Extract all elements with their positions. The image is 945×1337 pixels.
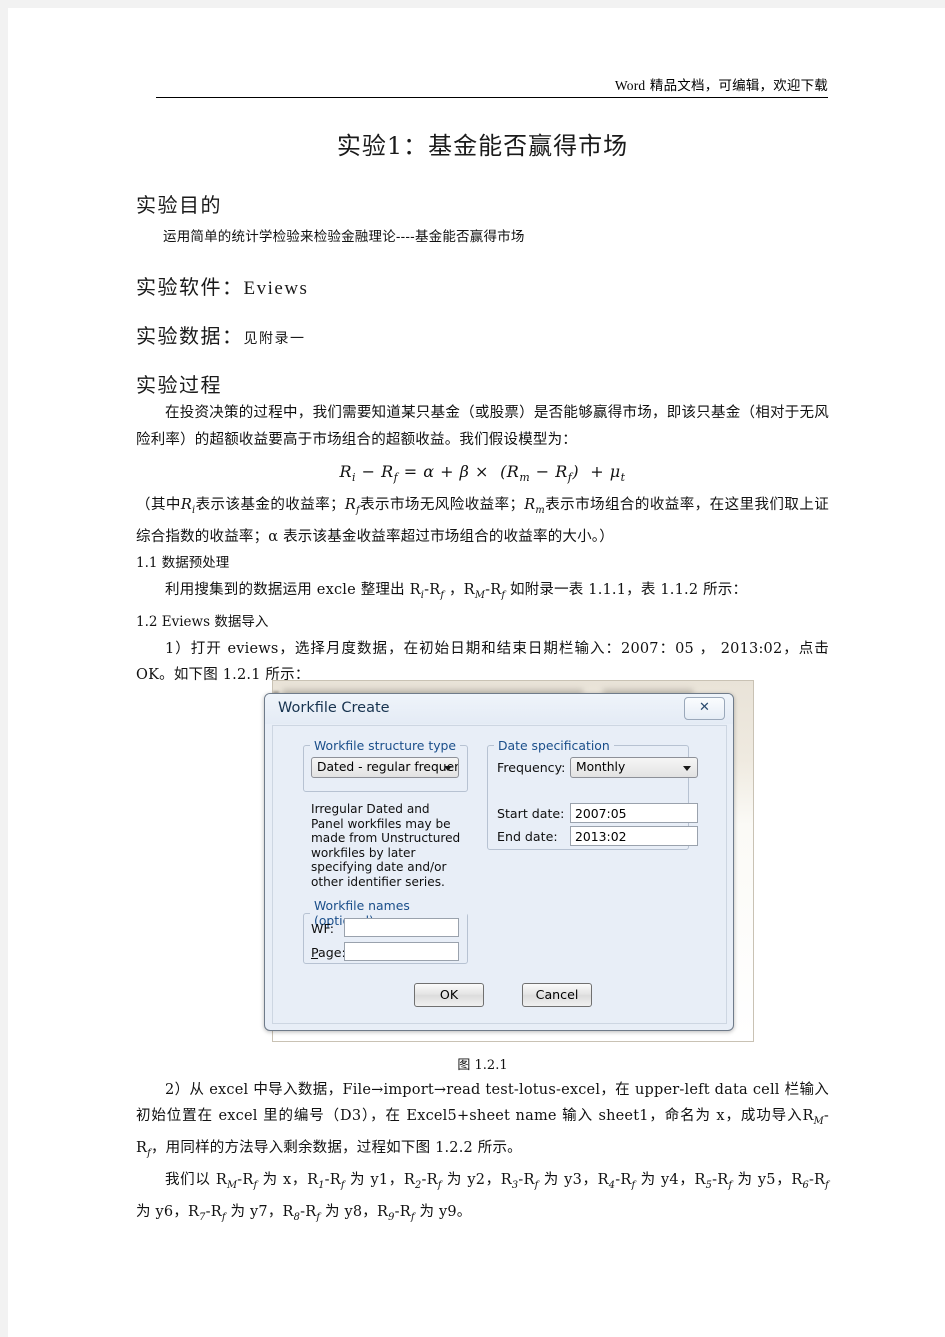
formula-expression: Ri − Rf = α + β × (Rm − Rf) + μt [339, 462, 626, 485]
variable-mapping-list: RM-Rf 为 x，R1-Rf 为 y1，R2-Rf 为 y2，R3-Rf 为 … [136, 1171, 830, 1223]
workfile-structure-type-value: Dated - regular frequency [317, 760, 458, 774]
frequency-label: Frequency: [497, 760, 566, 775]
workfile-create-dialog: Workfile Create ✕ Workfile structure typ… [264, 693, 734, 1031]
step-2-paragraph: 2）从 excel 中导入数据，File→import→read test-lo… [136, 1082, 829, 1159]
structure-help-text: Irregular Dated and Panel workfiles may … [311, 802, 461, 889]
header-text: 精品文档，可编辑，欢迎下载 [649, 78, 828, 94]
group-datespec-legend: Date specification [498, 738, 610, 753]
process-paragraph-1: 在投资决策的过程中，我们需要知道某只基金（或股票）是否能够赢得市场，即该只基金（… [136, 405, 829, 448]
ok-button[interactable]: OK [414, 983, 484, 1007]
page-title: 实验1：基金能否赢得市场 [336, 132, 629, 160]
workfile-structure-type-dropdown[interactable]: Dated - regular frequency [311, 757, 459, 778]
end-date-input[interactable]: 2013:02 [570, 826, 698, 846]
frequency-value: Monthly [576, 760, 626, 774]
model-formula: Ri − Rf = α + β × (Rm − Rf) + μt [136, 462, 829, 484]
formula-note-part3: 表示市场无风险收益率； [359, 497, 525, 514]
step-3-paragraph: 我们以 RM-Rf 为 x，R1-Rf 为 y1，R2-Rf 为 y2，R3-R… [136, 1167, 829, 1231]
header-word-label: Word [614, 78, 646, 93]
page-header: Word 精品文档，可编辑，欢迎下载 [156, 74, 828, 98]
wf-input[interactable] [344, 918, 459, 937]
software-value: Eviews [243, 278, 309, 299]
section-1-1-body: 利用搜集到的数据运用 excle 整理出 Ri-Rf ，RM-Rf 如附录一表 … [165, 582, 748, 601]
heading-software-label: 实验软件： [136, 275, 244, 299]
dialog-titlebar[interactable]: Workfile Create ✕ [265, 694, 733, 724]
heading-process: 实验过程 [136, 373, 222, 397]
heading-software: 实验软件：Eviews [136, 271, 829, 300]
heading-data-label: 实验数据： [136, 324, 244, 348]
dialog-title: Workfile Create [278, 700, 390, 716]
chevron-down-icon [444, 765, 452, 771]
step-2-text-a: 2）从 excel 中导入数据，File→import→read test-lo… [136, 1082, 829, 1124]
start-date-input[interactable]: 2007:05 [570, 803, 698, 823]
section-1-2-heading: 1.2 Eviews 数据导入 [136, 613, 269, 630]
end-date-label: End date: [497, 829, 558, 844]
cancel-button[interactable]: Cancel [522, 983, 592, 1007]
formula-note-part1: （其中 [136, 497, 181, 514]
group-structure-legend: Workfile structure type [314, 738, 457, 753]
document-content: 实验1：基金能否赢得市场 实验目的 运用简单的统计学检验来检验金融理论----基… [136, 126, 829, 688]
chevron-down-icon [683, 765, 691, 771]
document-content-lower: 图 1.2.1 2）从 excel 中导入数据，File→import→read… [136, 1048, 829, 1231]
step-2-text-b: ，用同样的方法导入剩余数据，过程如下图 1.2.2 所示。 [150, 1139, 522, 1156]
close-icon[interactable]: ✕ [684, 697, 725, 720]
section-1-1-heading: 1.1 数据预处理 [136, 555, 230, 572]
figure-1-2-1-caption: 图 1.2.1 [457, 1058, 508, 1073]
frequency-dropdown[interactable]: Monthly [570, 757, 698, 778]
page-input[interactable] [344, 942, 459, 961]
section-1-1-body-a: 利用搜集到的数据运用 excle 整理出 R [165, 582, 421, 599]
section-1-1-body-b: 如附录一表 1.1.1，表 1.1.2 所示： [509, 582, 748, 599]
start-date-label: Start date: [497, 806, 565, 821]
heading-purpose: 实验目的 [136, 193, 222, 217]
wf-label: WF: [311, 921, 334, 936]
figure-1-2-1: Workfile Create ✕ Workfile structure typ… [264, 680, 754, 1042]
page-label-rest: age: [318, 945, 346, 960]
formula-note: （其中Ri表示该基金的收益率；Rf表示市场无风险收益率；Rm表示市场组合的收益率… [136, 497, 829, 546]
dialog-body: Workfile structure type Date specificati… [272, 725, 727, 1024]
data-value: 见附录一 [243, 331, 306, 347]
formula-note-part2: 表示该基金的收益率； [195, 497, 345, 514]
document-page: Word 精品文档，可编辑，欢迎下载 实验1：基金能否赢得市场 实验目的 运用简… [8, 8, 945, 1337]
heading-data: 实验数据：见附录一 [136, 320, 829, 349]
page-label: Page: [311, 945, 346, 960]
step-3-prefix: 我们以 [165, 1171, 211, 1188]
purpose-body: 运用简单的统计学检验来检验金融理论----基金能否赢得市场 [163, 229, 525, 245]
